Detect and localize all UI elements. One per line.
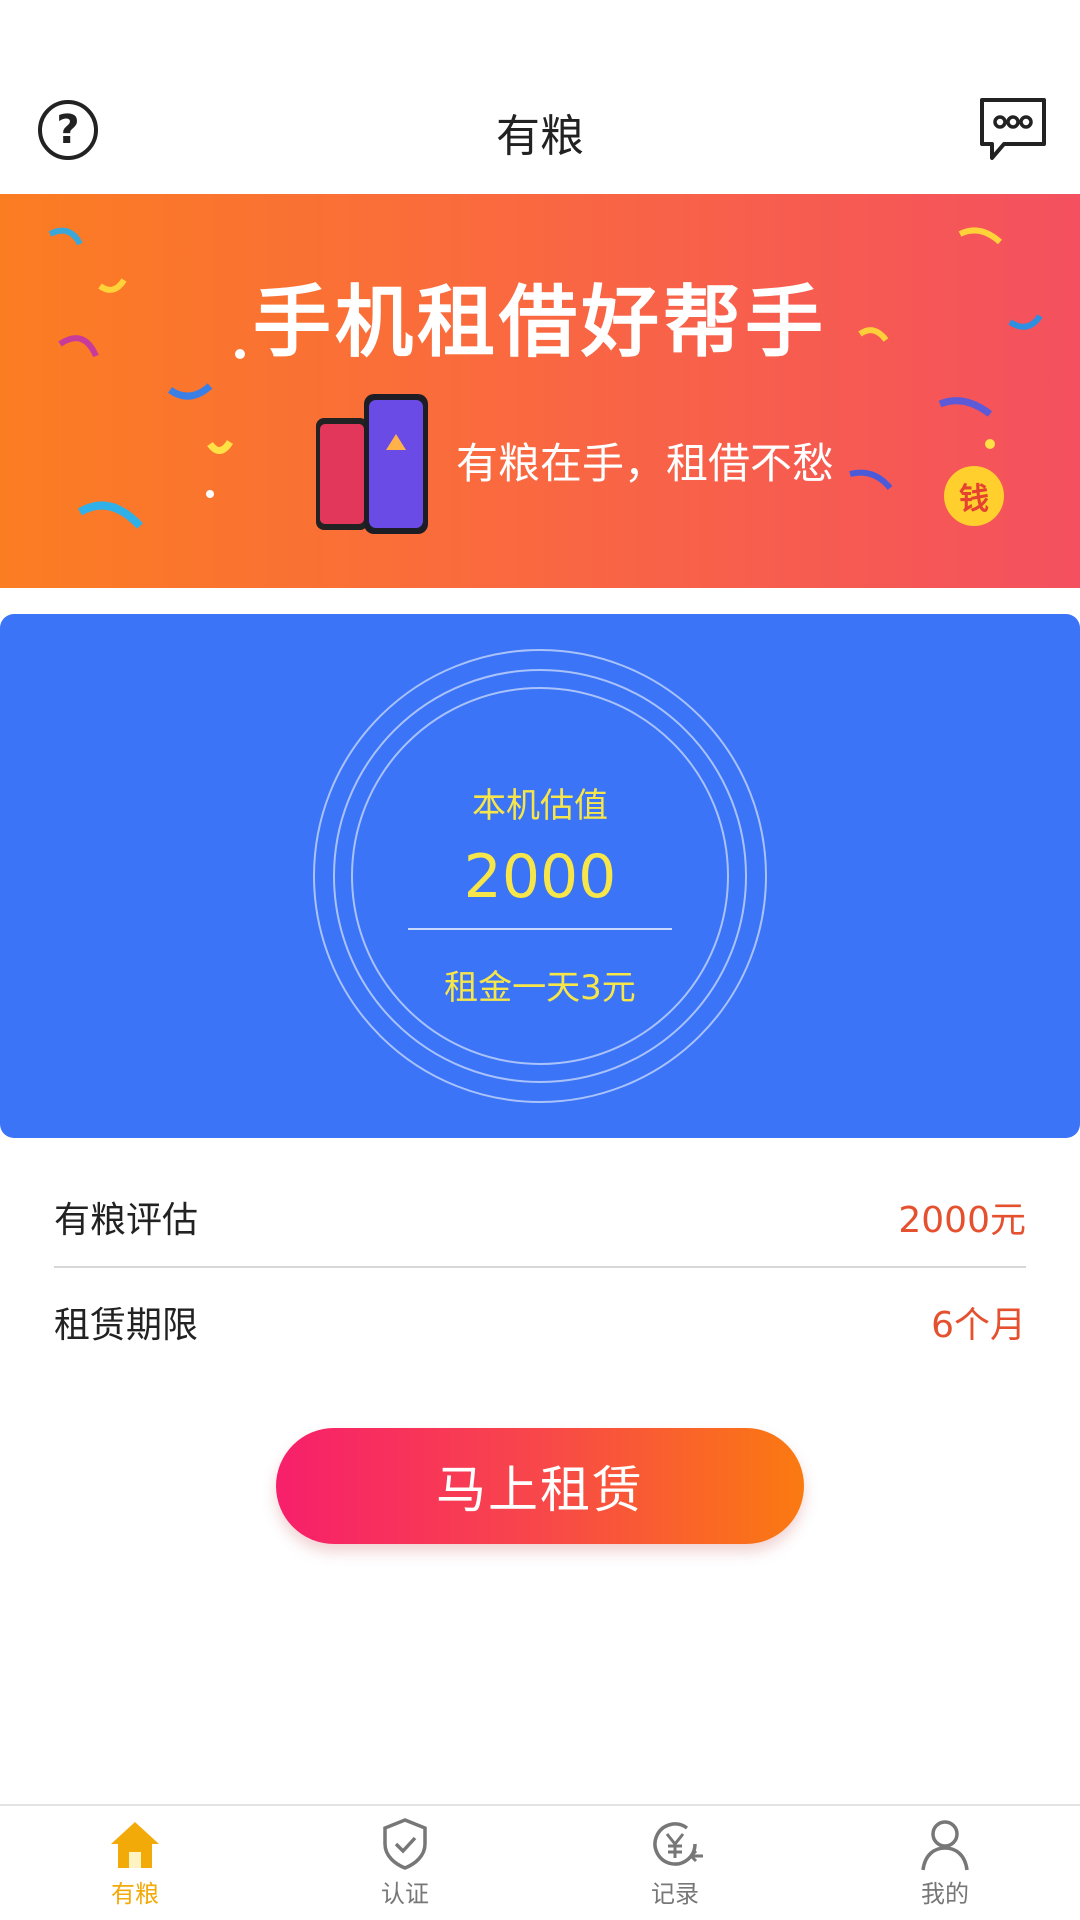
phone-illustration xyxy=(316,394,428,534)
yen-history-icon xyxy=(653,1822,703,1866)
tab-mine[interactable]: 我的 xyxy=(810,1806,1080,1920)
assessment-value: 2000元 xyxy=(898,1200,1026,1241)
banner-headline: 手机租借好帮手 xyxy=(252,278,827,368)
page-title: 有粮 xyxy=(496,111,584,162)
shield-check-icon xyxy=(383,1818,427,1870)
coin-badge: 钱 xyxy=(944,466,1004,526)
valuation-card: 本机估值 2000 租金一天3元 xyxy=(0,614,1080,1138)
tab-label: 有粮 xyxy=(111,1880,159,1908)
chat-bubble-icon[interactable] xyxy=(978,96,1048,162)
tab-label: 我的 xyxy=(921,1880,969,1908)
banner-subtitle: 有粮在手，租借不愁 xyxy=(456,439,835,488)
lease-term-value: 6个月 xyxy=(931,1305,1026,1346)
valuation-label: 本机估值 xyxy=(472,786,608,826)
promo-banner[interactable]: 手机租借好帮手 有粮在手，租借不愁 钱 xyxy=(0,194,1080,588)
valuation-amount: 2000 xyxy=(463,842,617,912)
tab-records[interactable]: 记录 xyxy=(540,1806,810,1920)
tab-verify[interactable]: 认证 xyxy=(270,1806,540,1920)
confetti-decoration xyxy=(48,227,1043,529)
tab-label: 认证 xyxy=(381,1880,429,1908)
status-bar xyxy=(0,0,1080,62)
lease-term-row: 租赁期限 6个月 xyxy=(54,1272,1026,1372)
user-icon xyxy=(921,1820,969,1871)
assessment-label: 有粮评估 xyxy=(54,1200,199,1241)
valuation-divider xyxy=(408,928,672,930)
assessment-row: 有粮评估 2000元 xyxy=(54,1168,1026,1268)
tab-label: 记录 xyxy=(651,1880,699,1908)
bottom-tab-bar: 有粮 认证 记录 我的 xyxy=(0,1804,1080,1920)
top-header: ? 有粮 xyxy=(0,62,1080,194)
lease-term-label: 租赁期限 xyxy=(54,1305,199,1346)
tab-home[interactable]: 有粮 xyxy=(0,1806,270,1920)
home-icon xyxy=(111,1822,159,1868)
rent-now-button[interactable]: 马上租赁 xyxy=(276,1428,804,1544)
daily-rent-text: 租金一天3元 xyxy=(444,968,636,1008)
